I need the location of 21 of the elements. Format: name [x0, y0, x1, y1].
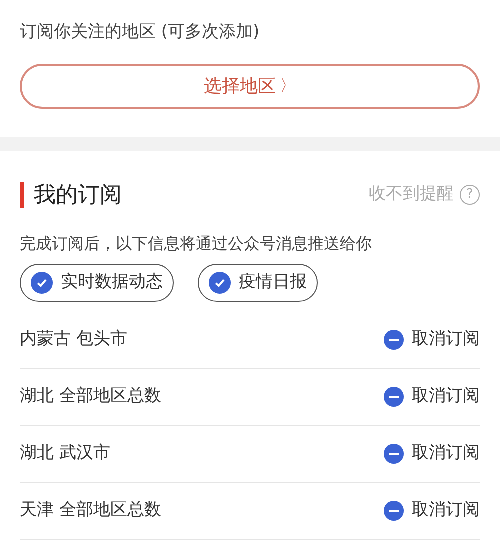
- unsubscribe-button[interactable]: 取消订阅: [384, 384, 480, 410]
- subscription-option[interactable]: 实时数据动态: [20, 264, 174, 302]
- region-name: 天津 全部地区总数: [20, 498, 162, 522]
- checkmark-icon: [31, 272, 53, 294]
- minus-icon: [384, 500, 404, 520]
- subscription-option[interactable]: 疫情日报: [198, 264, 318, 302]
- minus-icon: [384, 386, 404, 406]
- description: 完成订阅后，以下信息将通过公众号消息推送给你: [20, 232, 373, 254]
- minus-icon: [384, 444, 404, 464]
- subscriptions-title: 我的订阅: [34, 182, 122, 210]
- region-name: 内蒙古 包头市: [20, 328, 128, 351]
- accent-bar: [20, 182, 24, 208]
- section-title: 订阅你关注的地区 (可多次添加): [20, 21, 261, 44]
- unsubscribe-button[interactable]: 取消订阅: [384, 498, 480, 524]
- region-name: 湖北 武汉市: [20, 442, 110, 465]
- unsubscribe-button[interactable]: 取消订阅: [384, 440, 480, 466]
- minus-icon: [384, 330, 404, 350]
- region-name: 湖北 全部地区总数: [20, 384, 162, 408]
- unsubscribe-button[interactable]: 取消订阅: [384, 326, 480, 352]
- checkmark-icon: [209, 272, 231, 294]
- select-region-button[interactable]: 选择地区 〉: [20, 64, 480, 108]
